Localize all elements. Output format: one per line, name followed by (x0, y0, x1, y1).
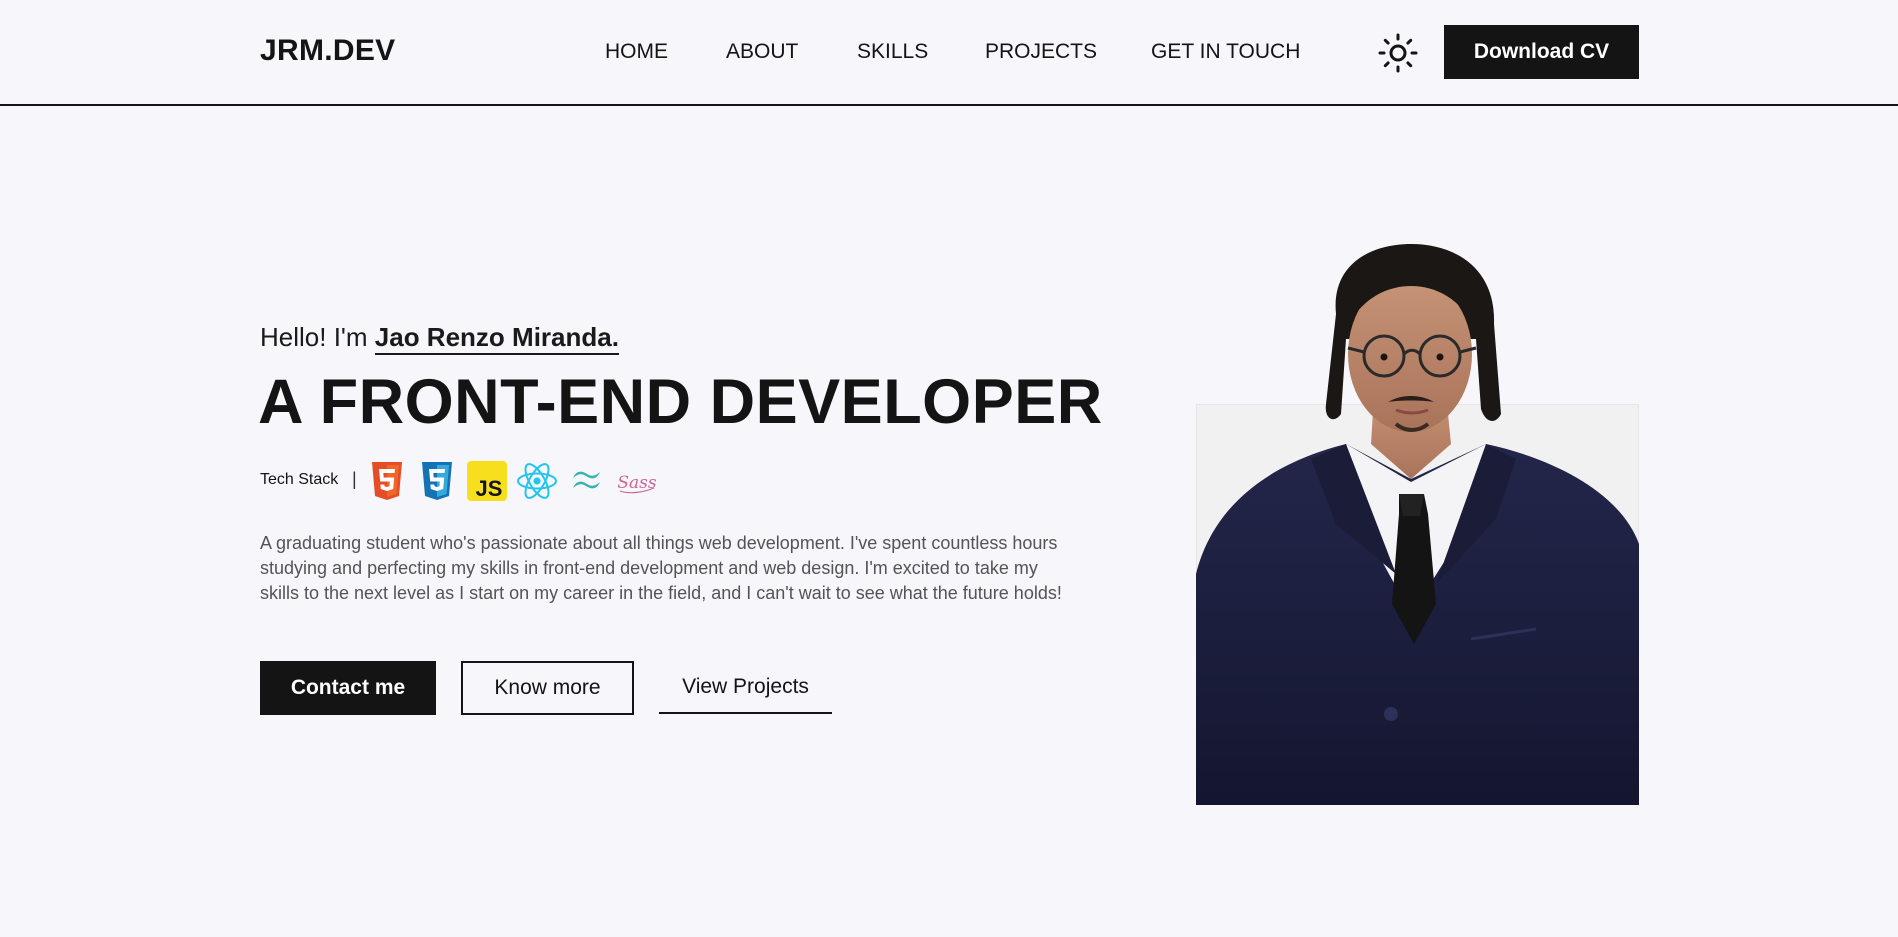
tech-stack-separator: | (352, 469, 357, 489)
greeting-prefix: Hello! I'm (260, 322, 368, 352)
bio-paragraph: A graduating student who's passionate ab… (260, 533, 1062, 603)
greeting: Hello! I'm Jao Renzo Miranda. (260, 322, 619, 355)
css3-icon (422, 462, 452, 500)
javascript-icon: JS (467, 461, 507, 501)
contact-me-button[interactable]: Contact me (260, 661, 436, 715)
theme-toggle-button[interactable] (1378, 33, 1418, 73)
tailwind-icon (573, 471, 600, 489)
hero-headline: A FRONT-END DEVELOPER (258, 367, 1103, 437)
view-projects-link[interactable]: View Projects (659, 661, 832, 714)
site-header: JRM.DEV HOME ABOUT SKILLS PROJECTS GET I… (0, 0, 1898, 106)
profile-photo (1196, 244, 1639, 805)
nav-get-in-touch[interactable]: GET IN TOUCH (1151, 40, 1300, 64)
nav-about[interactable]: ABOUT (726, 40, 798, 64)
site-logo[interactable]: JRM.DEV (260, 34, 395, 68)
javascript-icon-text: JS (476, 476, 503, 501)
nav-projects[interactable]: PROJECTS (985, 40, 1097, 64)
html5-icon (372, 462, 402, 500)
nav-home[interactable]: HOME (605, 40, 668, 64)
know-more-button[interactable]: Know more (461, 661, 634, 715)
download-cv-button[interactable]: Download CV (1444, 25, 1639, 79)
sass-icon: Sass (617, 473, 657, 494)
sun-icon (1378, 33, 1418, 73)
tech-stack-label: Tech Stack (260, 471, 339, 488)
developer-name: Jao Renzo Miranda. (374, 322, 619, 355)
nav-skills[interactable]: SKILLS (857, 40, 928, 64)
sass-icon-text: Sass (617, 473, 657, 493)
react-icon (517, 463, 557, 499)
